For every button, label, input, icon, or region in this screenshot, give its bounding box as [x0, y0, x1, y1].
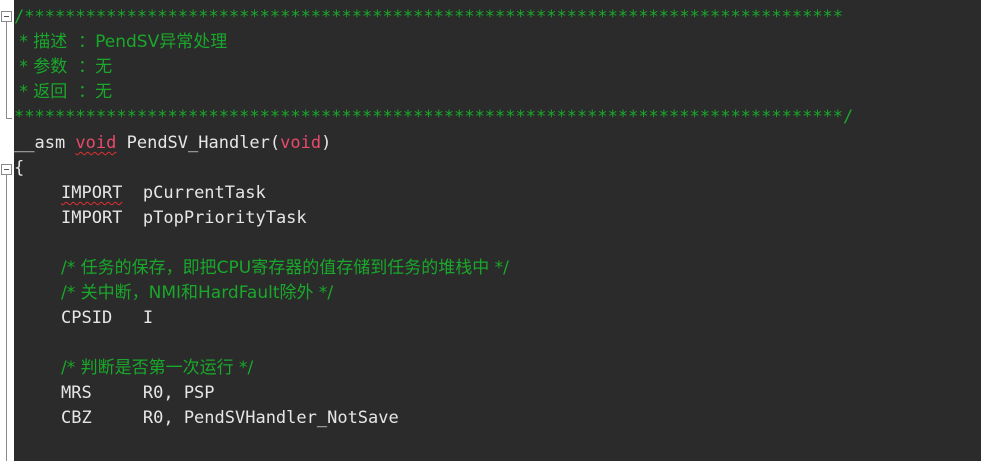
import-symbol: pCurrentTask — [122, 183, 266, 203]
import-current-task-line: IMPORT pCurrentTask — [61, 181, 266, 206]
comment-desc-line: * 描述 ：PendSV异常处理 — [14, 32, 228, 52]
import-symbol: pTopPriorityTask — [122, 208, 307, 228]
fold-gutter — [0, 0, 14, 461]
comment-param-line: * 参数 ：无 — [14, 57, 113, 77]
code-editor[interactable]: /***************************************… — [0, 0, 981, 461]
function-name: PendSV_Handler( — [116, 133, 281, 153]
param-void-keyword: void — [280, 133, 322, 153]
comment-top-border: /***************************************… — [14, 7, 844, 27]
cpsid-instruction: CPSID I — [61, 308, 154, 328]
import-top-priority-line: IMPORT pTopPriorityTask — [61, 206, 307, 231]
cbz-instruction: CBZ R0, PendSVHandler_NotSave — [61, 408, 399, 428]
fold-guide-line — [6, 22, 7, 118]
comment-disable-irq: /* 关中断，NMI和HardFault除外 */ — [61, 283, 334, 303]
mrs-instruction: MRS R0, PSP — [61, 383, 215, 403]
comment-return-line: * 返回 ：无 — [14, 82, 113, 102]
import-keyword: IMPORT — [61, 183, 123, 203]
fold-collapse-icon[interactable] — [1, 164, 12, 175]
asm-prefix: __asm — [14, 133, 76, 153]
close-paren: ) — [321, 133, 332, 153]
void-keyword: void — [75, 133, 117, 153]
function-signature: __asm void PendSV_Handler(void) — [14, 131, 331, 156]
fold-collapse-icon[interactable] — [1, 11, 12, 22]
comment-bottom-border: ****************************************… — [14, 107, 854, 127]
import-keyword: IMPORT — [61, 208, 123, 228]
comment-save-context: /* 任务的保存，即把CPU寄存器的值存储到任务的堆栈中 */ — [61, 258, 509, 278]
open-brace: { — [14, 158, 25, 178]
comment-first-run: /* 判断是否第一次运行 */ — [61, 358, 254, 378]
code-area[interactable]: /***************************************… — [14, 0, 981, 461]
fold-guide-line — [6, 175, 7, 461]
fold-guide-end — [6, 118, 12, 119]
